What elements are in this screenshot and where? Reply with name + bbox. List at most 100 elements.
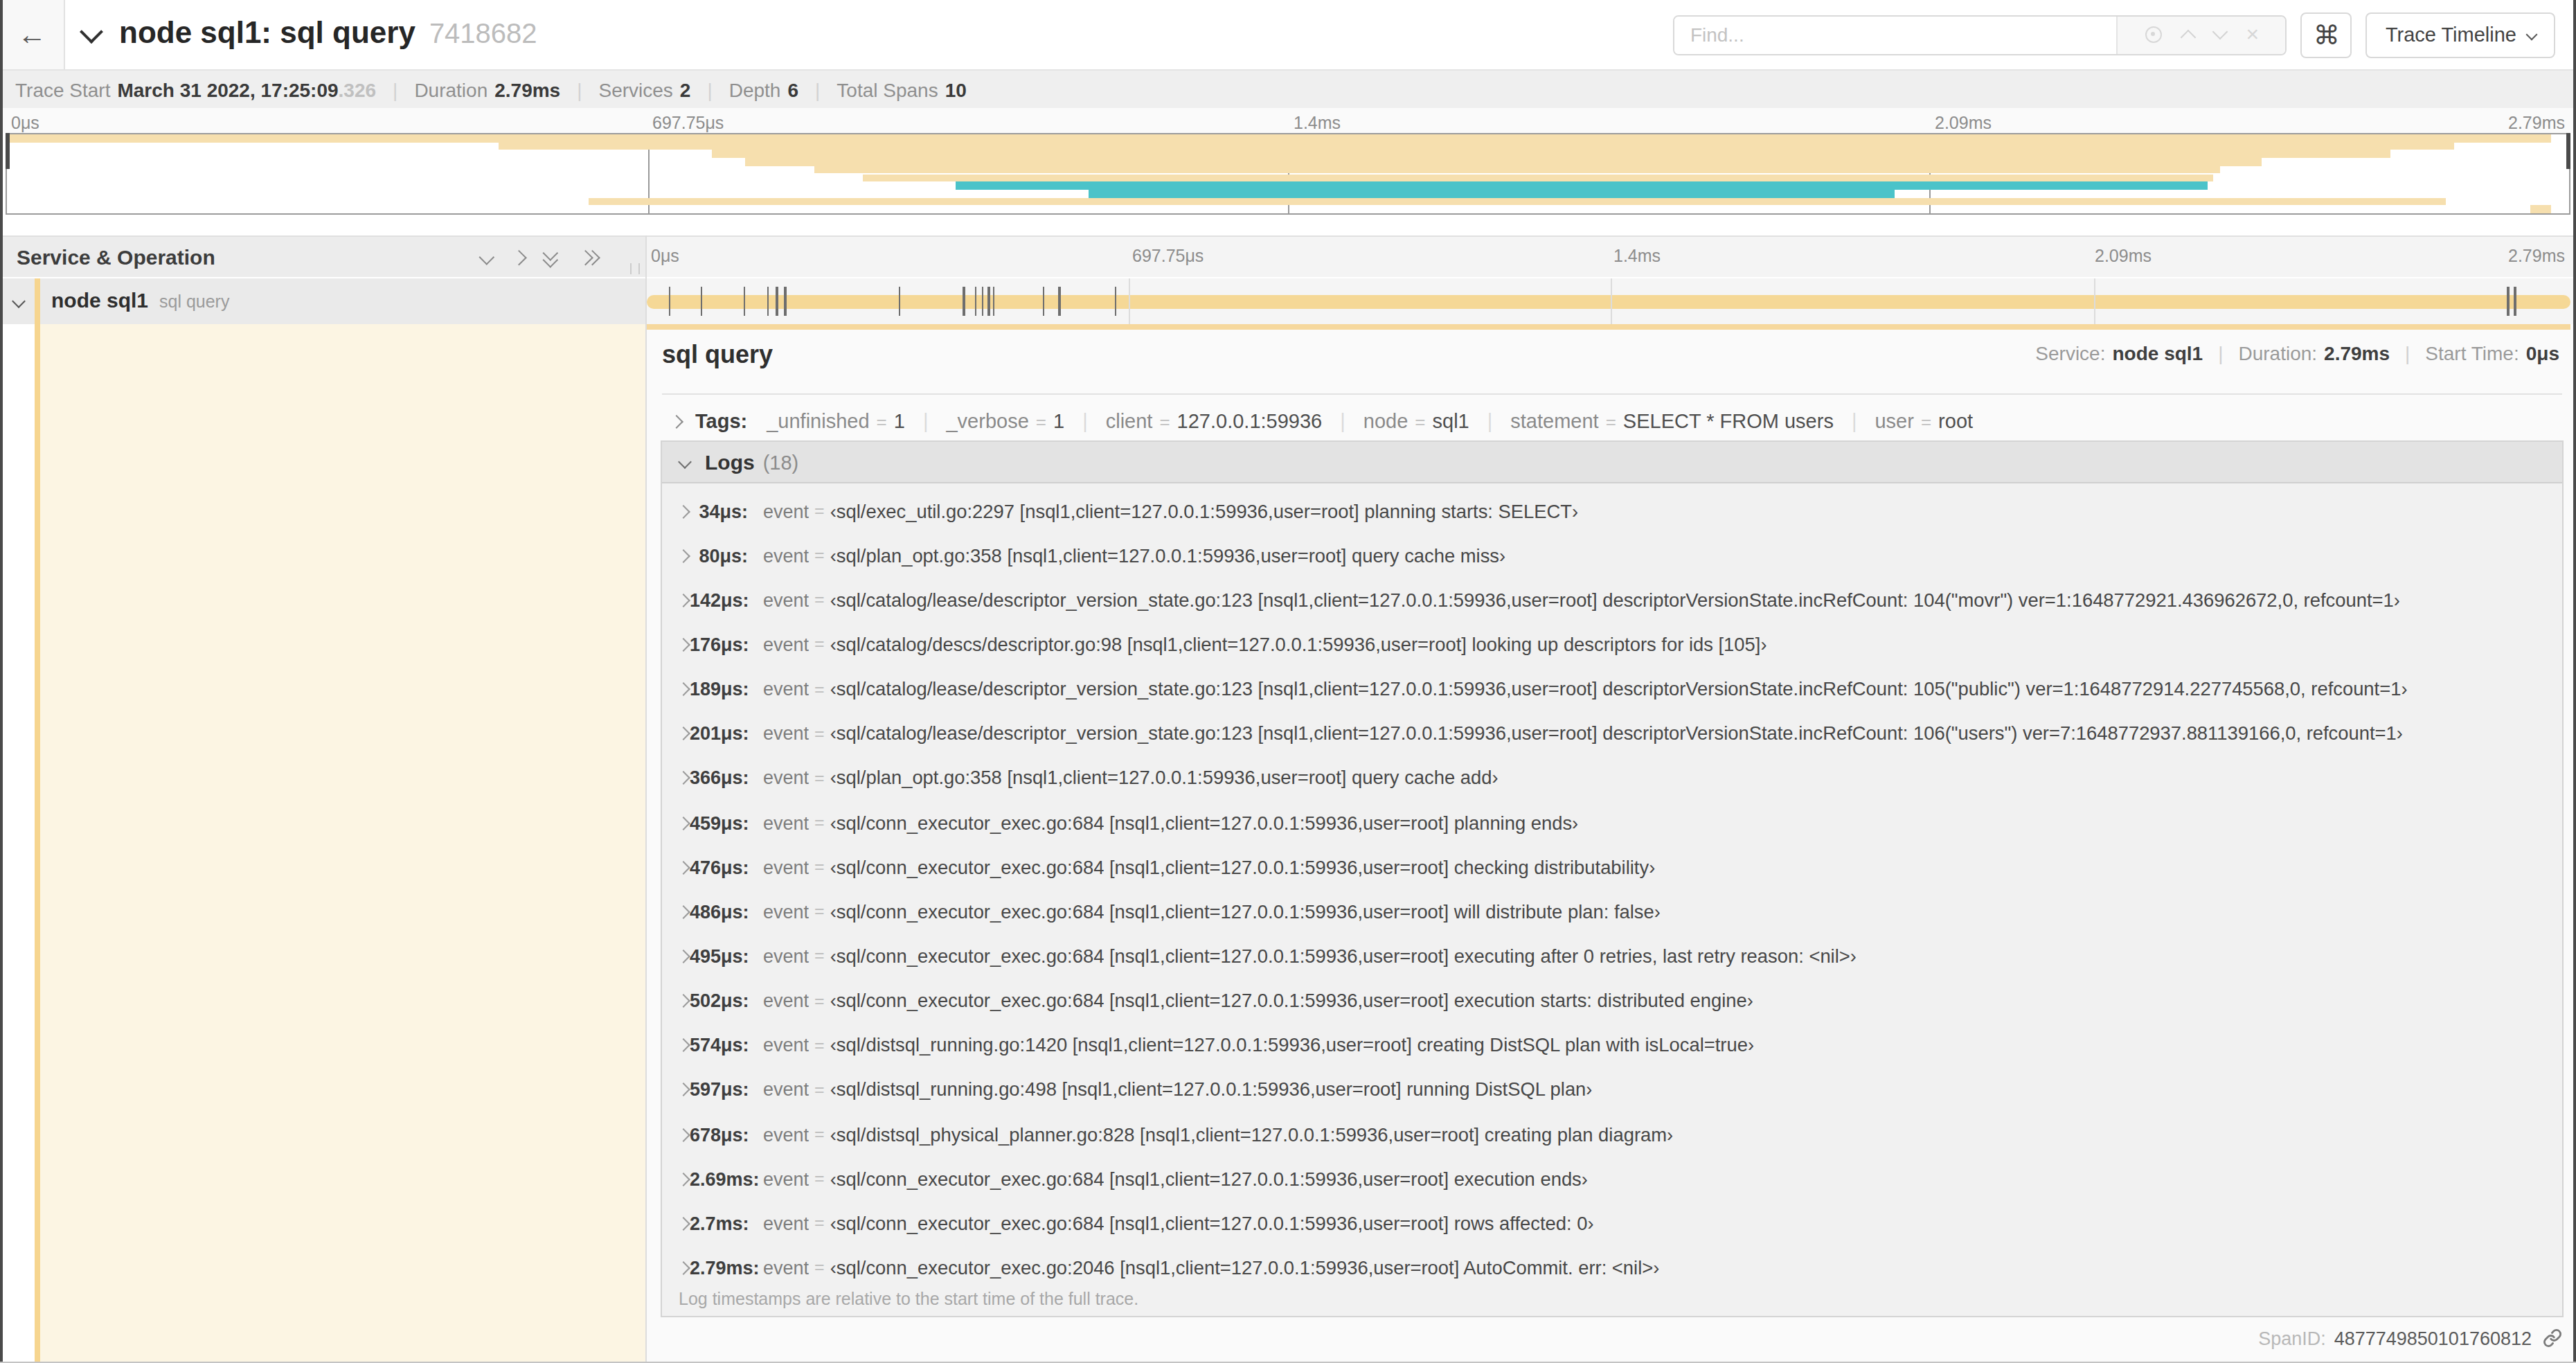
- span-color-accent: [34, 278, 40, 324]
- span-bar[interactable]: [646, 294, 2570, 309]
- log-equals: =: [814, 1214, 825, 1233]
- log-chevron-icon: [677, 504, 690, 518]
- log-row[interactable]: 459μs:event=‹sql/conn_executor_exec.go:6…: [662, 801, 2562, 845]
- find-input[interactable]: [1675, 16, 2117, 53]
- log-row[interactable]: 495μs:event=‹sql/conn_executor_exec.go:6…: [662, 934, 2562, 979]
- log-chevron-icon: [677, 682, 690, 696]
- expand-one-icon[interactable]: [511, 249, 526, 264]
- log-timestamp: 495μs:: [690, 946, 748, 967]
- logs-count: (18): [763, 451, 799, 473]
- log-timestamp: 176μs:: [690, 634, 748, 655]
- log-message: ‹sql/catalog/descs/descriptor.go:98 [nsq…: [830, 634, 1767, 655]
- keyboard-shortcuts-button[interactable]: ⌘: [2301, 12, 2352, 57]
- collapse-one-icon[interactable]: [480, 249, 494, 264]
- detail-span-title: sql query: [662, 341, 773, 370]
- detail-divider: [662, 393, 2562, 395]
- minimap-scrubber-left[interactable]: [6, 133, 10, 169]
- log-marker-tick[interactable]: [1059, 286, 1061, 315]
- focus-match-icon[interactable]: [2145, 26, 2162, 43]
- log-timestamp: 678μs:: [690, 1124, 748, 1145]
- log-marker-tick[interactable]: [767, 286, 769, 315]
- logs-label: Logs: [705, 450, 755, 474]
- expand-all-icon[interactable]: [582, 249, 598, 265]
- detail-meta-item: Service:node sql1: [2035, 342, 2203, 364]
- log-chevron-icon: [677, 1039, 690, 1053]
- logs-header[interactable]: Logs (18): [662, 442, 2562, 483]
- ruler-tick-label: 697.75μs: [652, 114, 724, 133]
- minimap-scrubber-right[interactable]: [2566, 133, 2570, 169]
- log-marker-tick[interactable]: [2514, 286, 2516, 315]
- span-bar-track[interactable]: [645, 278, 2576, 324]
- log-row[interactable]: 2.69ms:event=‹sql/conn_executor_exec.go:…: [662, 1157, 2562, 1201]
- log-marker-tick[interactable]: [785, 286, 787, 315]
- view-selector-label: Trace Timeline: [2386, 24, 2516, 46]
- log-field-key: event: [763, 1124, 809, 1145]
- log-marker-tick[interactable]: [993, 286, 995, 315]
- log-marker-tick[interactable]: [899, 286, 901, 315]
- log-marker-tick[interactable]: [963, 286, 965, 315]
- log-row[interactable]: 597μs:event=‹sql/distsql_running.go:498 …: [662, 1068, 2562, 1112]
- log-marker-tick[interactable]: [975, 286, 977, 315]
- summary-item: Total Spans10: [837, 78, 967, 100]
- log-marker-tick[interactable]: [1043, 286, 1045, 315]
- log-row[interactable]: 574μs:event=‹sql/distsql_running.go:1420…: [662, 1023, 2562, 1067]
- log-row[interactable]: 502μs:event=‹sql/conn_executor_exec.go:6…: [662, 979, 2562, 1023]
- column-divider[interactable]: [645, 235, 647, 1363]
- log-message: ‹sql/conn_executor_exec.go:2046 [nsql1,c…: [830, 1258, 1660, 1279]
- span-operation-name: sql query: [159, 292, 229, 311]
- collapse-all-icon[interactable]: [544, 249, 561, 265]
- next-match-icon[interactable]: [2212, 24, 2228, 40]
- log-row[interactable]: 34μs:event=‹sql/exec_util.go:2297 [nsql1…: [662, 489, 2562, 533]
- log-row[interactable]: 486μs:event=‹sql/conn_executor_exec.go:6…: [662, 890, 2562, 934]
- link-icon[interactable]: [2543, 1328, 2562, 1348]
- ruler-tick-label: 697.75μs: [1132, 247, 1204, 266]
- log-row[interactable]: 2.7ms:event=‹sql/conn_executor_exec.go:6…: [662, 1202, 2562, 1246]
- minimap-span: [712, 150, 2390, 158]
- collapse-controls: [482, 237, 598, 277]
- summary-item: Duration2.79ms: [414, 78, 560, 100]
- log-marker-tick[interactable]: [2507, 286, 2509, 315]
- minimap-ruler: 0μs697.75μs1.4ms2.09ms2.79ms: [6, 114, 2570, 134]
- collapse-trace-chevron-icon[interactable]: [80, 20, 103, 44]
- log-chevron-icon: [677, 994, 690, 1008]
- log-field-key: event: [763, 634, 809, 655]
- log-message: ‹sql/plan_opt.go:358 [nsql1,client=127.0…: [830, 768, 1499, 789]
- log-row[interactable]: 142μs:event=‹sql/catalog/lease/descripto…: [662, 578, 2562, 623]
- log-field-key: event: [763, 990, 809, 1011]
- log-row[interactable]: 476μs:event=‹sql/conn_executor_exec.go:6…: [662, 845, 2562, 889]
- chevron-down-icon: [2526, 29, 2538, 41]
- log-timestamp: 486μs:: [690, 902, 748, 923]
- log-timestamp: 189μs:: [690, 679, 748, 700]
- minimap-span: [1088, 190, 1895, 197]
- log-marker-tick[interactable]: [1115, 286, 1117, 315]
- header-controls: × ⌘ Trace Timeline: [1674, 0, 2555, 69]
- prev-match-icon[interactable]: [2180, 30, 2196, 46]
- find-buttons: ×: [2117, 16, 2286, 53]
- tags-row[interactable]: Tags: _unfinished=1|_verbose=1|client=12…: [662, 406, 2562, 436]
- log-equals: =: [814, 902, 825, 922]
- log-marker-tick[interactable]: [982, 286, 984, 315]
- log-row[interactable]: 176μs:event=‹sql/catalog/descs/descripto…: [662, 623, 2562, 667]
- log-row[interactable]: 2.79ms:event=‹sql/conn_executor_exec.go:…: [662, 1246, 2562, 1290]
- window-left-edge: [0, 0, 3, 1363]
- span-name-column[interactable]: node sql1 sql query: [0, 278, 645, 324]
- span-row[interactable]: node sql1 sql query: [0, 278, 2576, 324]
- log-marker-tick[interactable]: [669, 286, 671, 315]
- log-marker-tick[interactable]: [701, 286, 703, 315]
- log-field-key: event: [763, 768, 809, 789]
- minimap-canvas[interactable]: [6, 133, 2570, 215]
- back-button[interactable]: ←: [0, 0, 65, 69]
- trace-view-selector[interactable]: Trace Timeline: [2366, 12, 2555, 57]
- log-marker-tick[interactable]: [744, 286, 746, 315]
- log-row[interactable]: 201μs:event=‹sql/catalog/lease/descripto…: [662, 711, 2562, 756]
- log-marker-tick[interactable]: [988, 286, 990, 315]
- span-collapse-chevron-icon[interactable]: [12, 294, 26, 308]
- column-resizer-grip[interactable]: [630, 263, 640, 274]
- log-marker-tick[interactable]: [776, 286, 778, 315]
- log-row[interactable]: 189μs:event=‹sql/catalog/lease/descripto…: [662, 667, 2562, 711]
- log-row[interactable]: 366μs:event=‹sql/plan_opt.go:358 [nsql1,…: [662, 756, 2562, 801]
- clear-find-icon[interactable]: ×: [2246, 24, 2260, 46]
- log-row[interactable]: 80μs:event=‹sql/plan_opt.go:358 [nsql1,c…: [662, 533, 2562, 578]
- log-row[interactable]: 678μs:event=‹sql/distsql_physical_planne…: [662, 1112, 2562, 1157]
- log-equals: =: [814, 769, 825, 788]
